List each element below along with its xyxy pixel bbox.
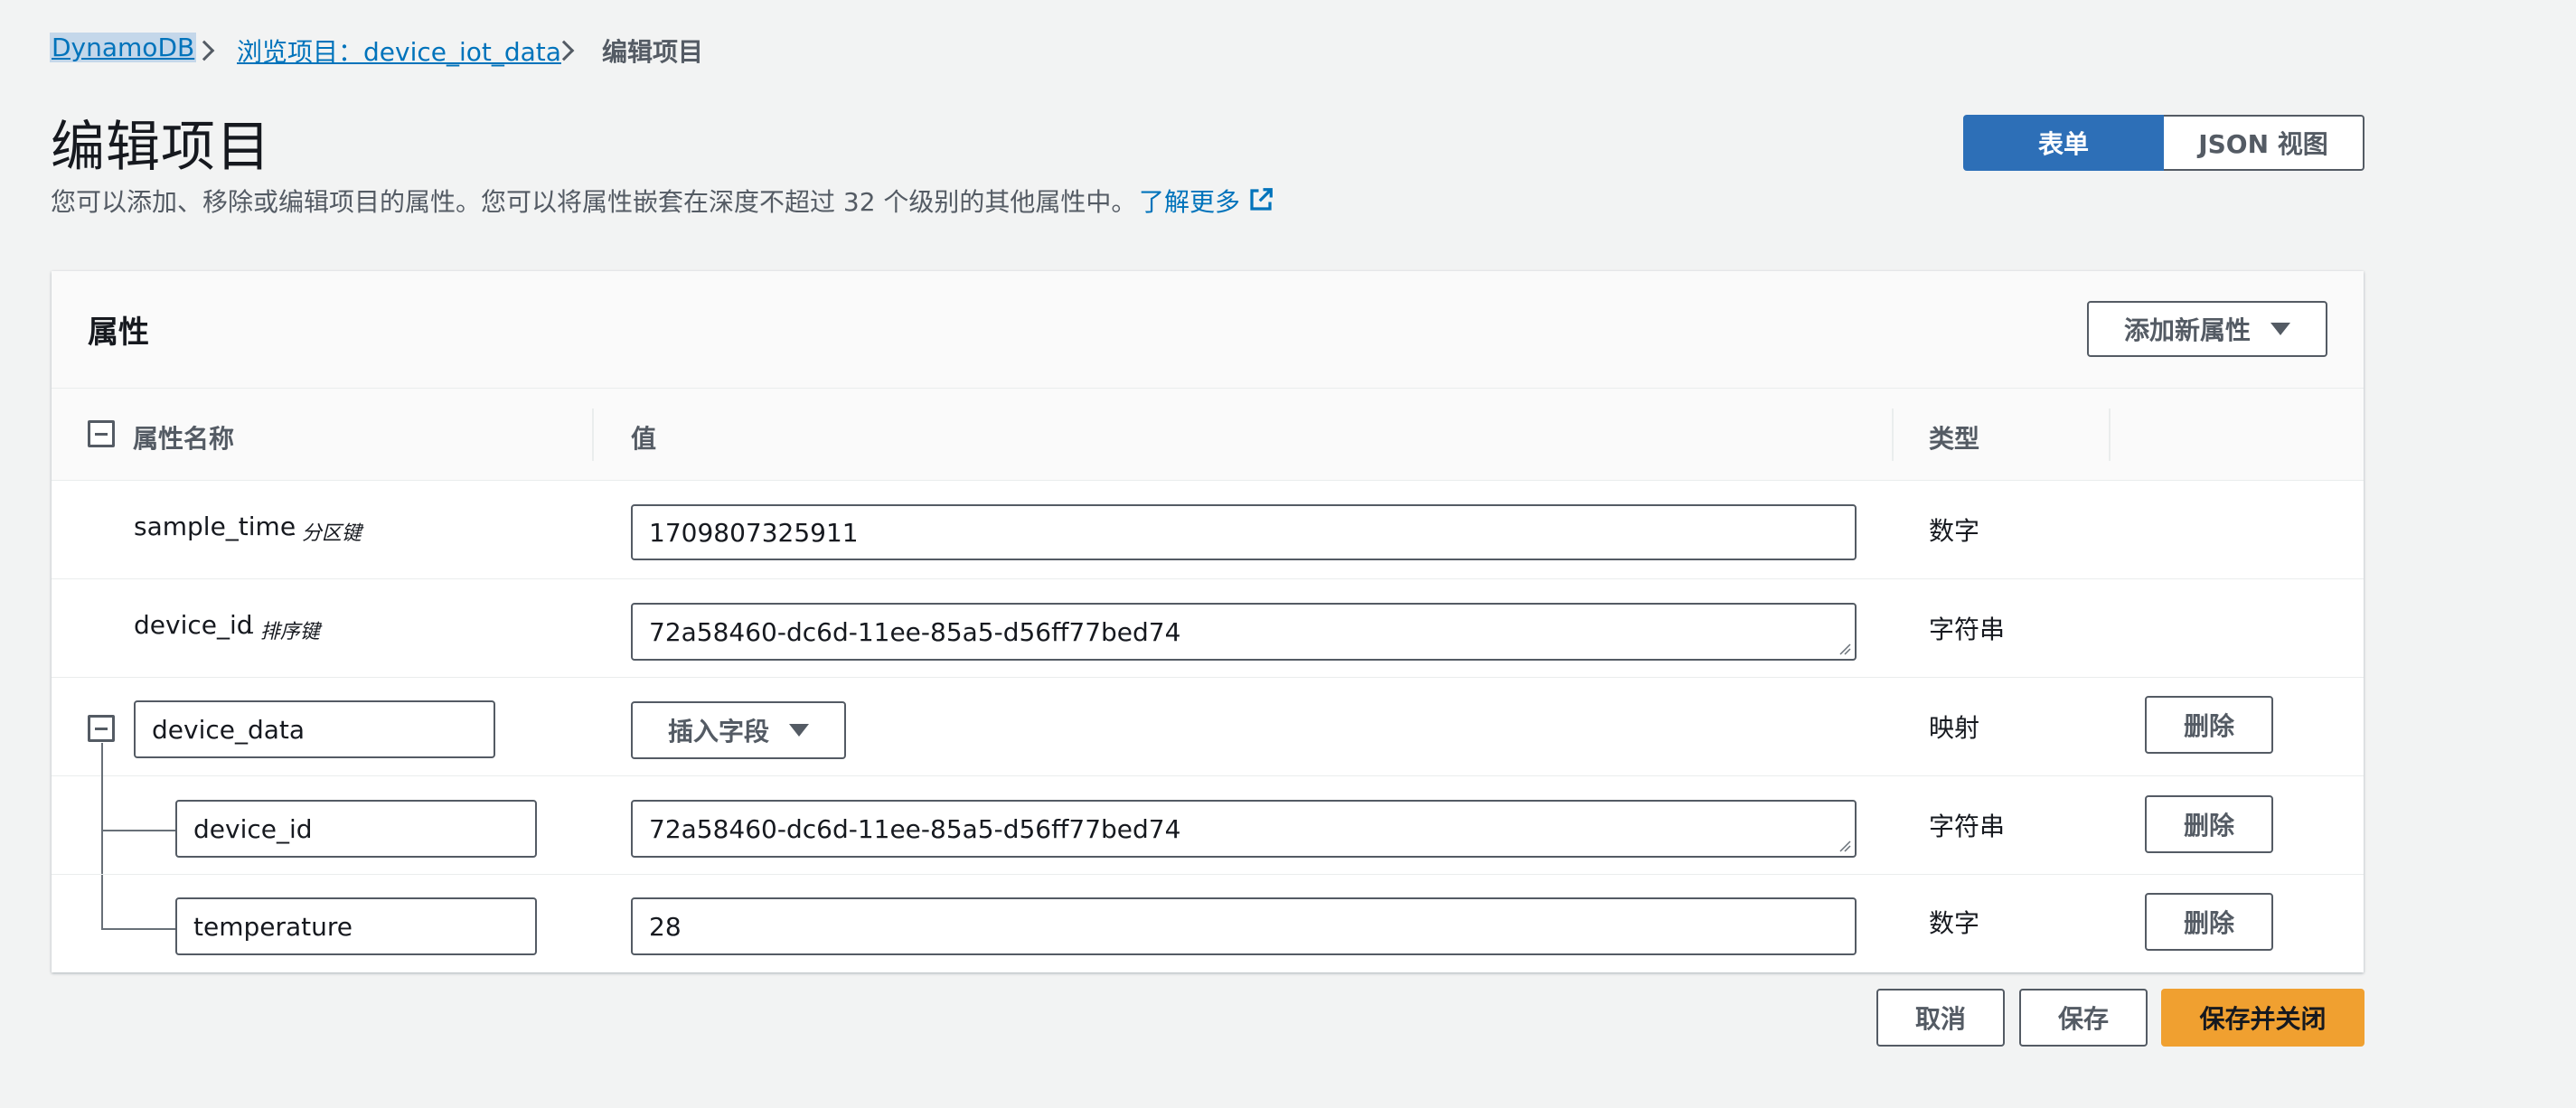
partition-key-label: - 分区键	[288, 522, 362, 545]
insert-field-button[interactable]: 插入字段	[631, 701, 846, 759]
save-and-close-button[interactable]: 保存并关闭	[2161, 989, 2364, 1047]
table-row: device_id 72a58460-dc6d-11ee-85a5-d56ff7…	[52, 776, 2364, 874]
attribute-type: 字符串	[1929, 812, 2006, 841]
attribute-type: 数字	[1929, 516, 1980, 546]
page-title: 编辑项目	[51, 116, 271, 179]
learn-more-link[interactable]: 了解更多	[1139, 183, 1240, 219]
table-row: sample_time - 分区键 1709807325911 数字	[52, 481, 2364, 578]
attribute-type: 数字	[1929, 908, 1980, 938]
table-row: temperature 28 数字 删除	[52, 875, 2364, 972]
attributes-panel: 属性 添加新属性 属性名称 值 类型 sample_time - 分区键 170…	[52, 271, 2364, 972]
insert-field-label: 插入字段	[667, 718, 769, 746]
resize-handle-icon[interactable]	[1838, 643, 1851, 655]
breadcrumb-current: 编辑项目	[602, 37, 704, 67]
attribute-value-textarea[interactable]: 72a58460-dc6d-11ee-85a5-d56ff77bed74	[631, 603, 1857, 661]
table-header: 属性名称 值 类型	[52, 389, 2364, 481]
attribute-type: 映射	[1929, 713, 1980, 743]
attribute-name-input[interactable]: temperature	[175, 897, 537, 955]
attribute-type: 字符串	[1929, 615, 2006, 644]
attribute-value-text: 72a58460-dc6d-11ee-85a5-d56ff77bed74	[649, 813, 1181, 844]
column-header-name: 属性名称	[133, 424, 235, 454]
breadcrumb-dynamodb-link[interactable]: DynamoDB	[50, 33, 197, 62]
attribute-name: device_id	[134, 610, 253, 640]
caret-down-icon	[2270, 323, 2290, 335]
attribute-name-input[interactable]: device_id	[175, 800, 537, 858]
resize-handle-icon[interactable]	[1838, 840, 1851, 852]
cancel-button[interactable]: 取消	[1876, 989, 2005, 1047]
collapse-icon[interactable]	[88, 715, 115, 742]
delete-button[interactable]: 删除	[2145, 696, 2273, 754]
column-header-value: 值	[631, 424, 657, 454]
attribute-name: sample_time	[134, 512, 296, 541]
add-new-attribute-button[interactable]: 添加新属性	[2087, 301, 2327, 357]
panel-title: 属性	[88, 315, 149, 351]
json-view-toggle[interactable]: JSON 视图	[2164, 115, 2364, 171]
attribute-value-input[interactable]: 1709807325911	[631, 504, 1857, 560]
chevron-right-icon	[193, 40, 215, 61]
sort-key-label: - 排序键	[247, 621, 320, 643]
add-new-attribute-label: 添加新属性	[2123, 316, 2251, 344]
column-divider	[592, 408, 594, 461]
column-divider	[2109, 408, 2111, 461]
table-row: device_id - 排序键 72a58460-dc6d-11ee-85a5-…	[52, 579, 2364, 677]
delete-button[interactable]: 删除	[2145, 795, 2273, 853]
attribute-name-input[interactable]: device_data	[134, 700, 495, 758]
attribute-value-text: 72a58460-dc6d-11ee-85a5-d56ff77bed74	[649, 616, 1181, 647]
form-view-toggle[interactable]: 表单	[1963, 115, 2164, 171]
attribute-value-textarea[interactable]: 72a58460-dc6d-11ee-85a5-d56ff77bed74	[631, 800, 1857, 858]
external-link-icon[interactable]	[1247, 186, 1274, 213]
panel-header: 属性 添加新属性	[52, 271, 2364, 389]
collapse-all-icon[interactable]	[88, 420, 115, 447]
breadcrumb-browse-items-link[interactable]: 浏览项目：device_iot_data	[237, 33, 561, 69]
save-button[interactable]: 保存	[2019, 989, 2148, 1047]
column-divider	[1892, 408, 1894, 461]
page-description: 您可以添加、移除或编辑项目的属性。您可以将属性嵌套在深度不超过 32 个级别的其…	[51, 187, 1137, 217]
delete-button[interactable]: 删除	[2145, 893, 2273, 951]
caret-down-icon	[789, 724, 809, 737]
table-row: device_data 插入字段 映射 删除	[52, 678, 2364, 775]
attribute-value-input[interactable]: 28	[631, 897, 1857, 955]
column-header-type: 类型	[1929, 424, 1980, 454]
